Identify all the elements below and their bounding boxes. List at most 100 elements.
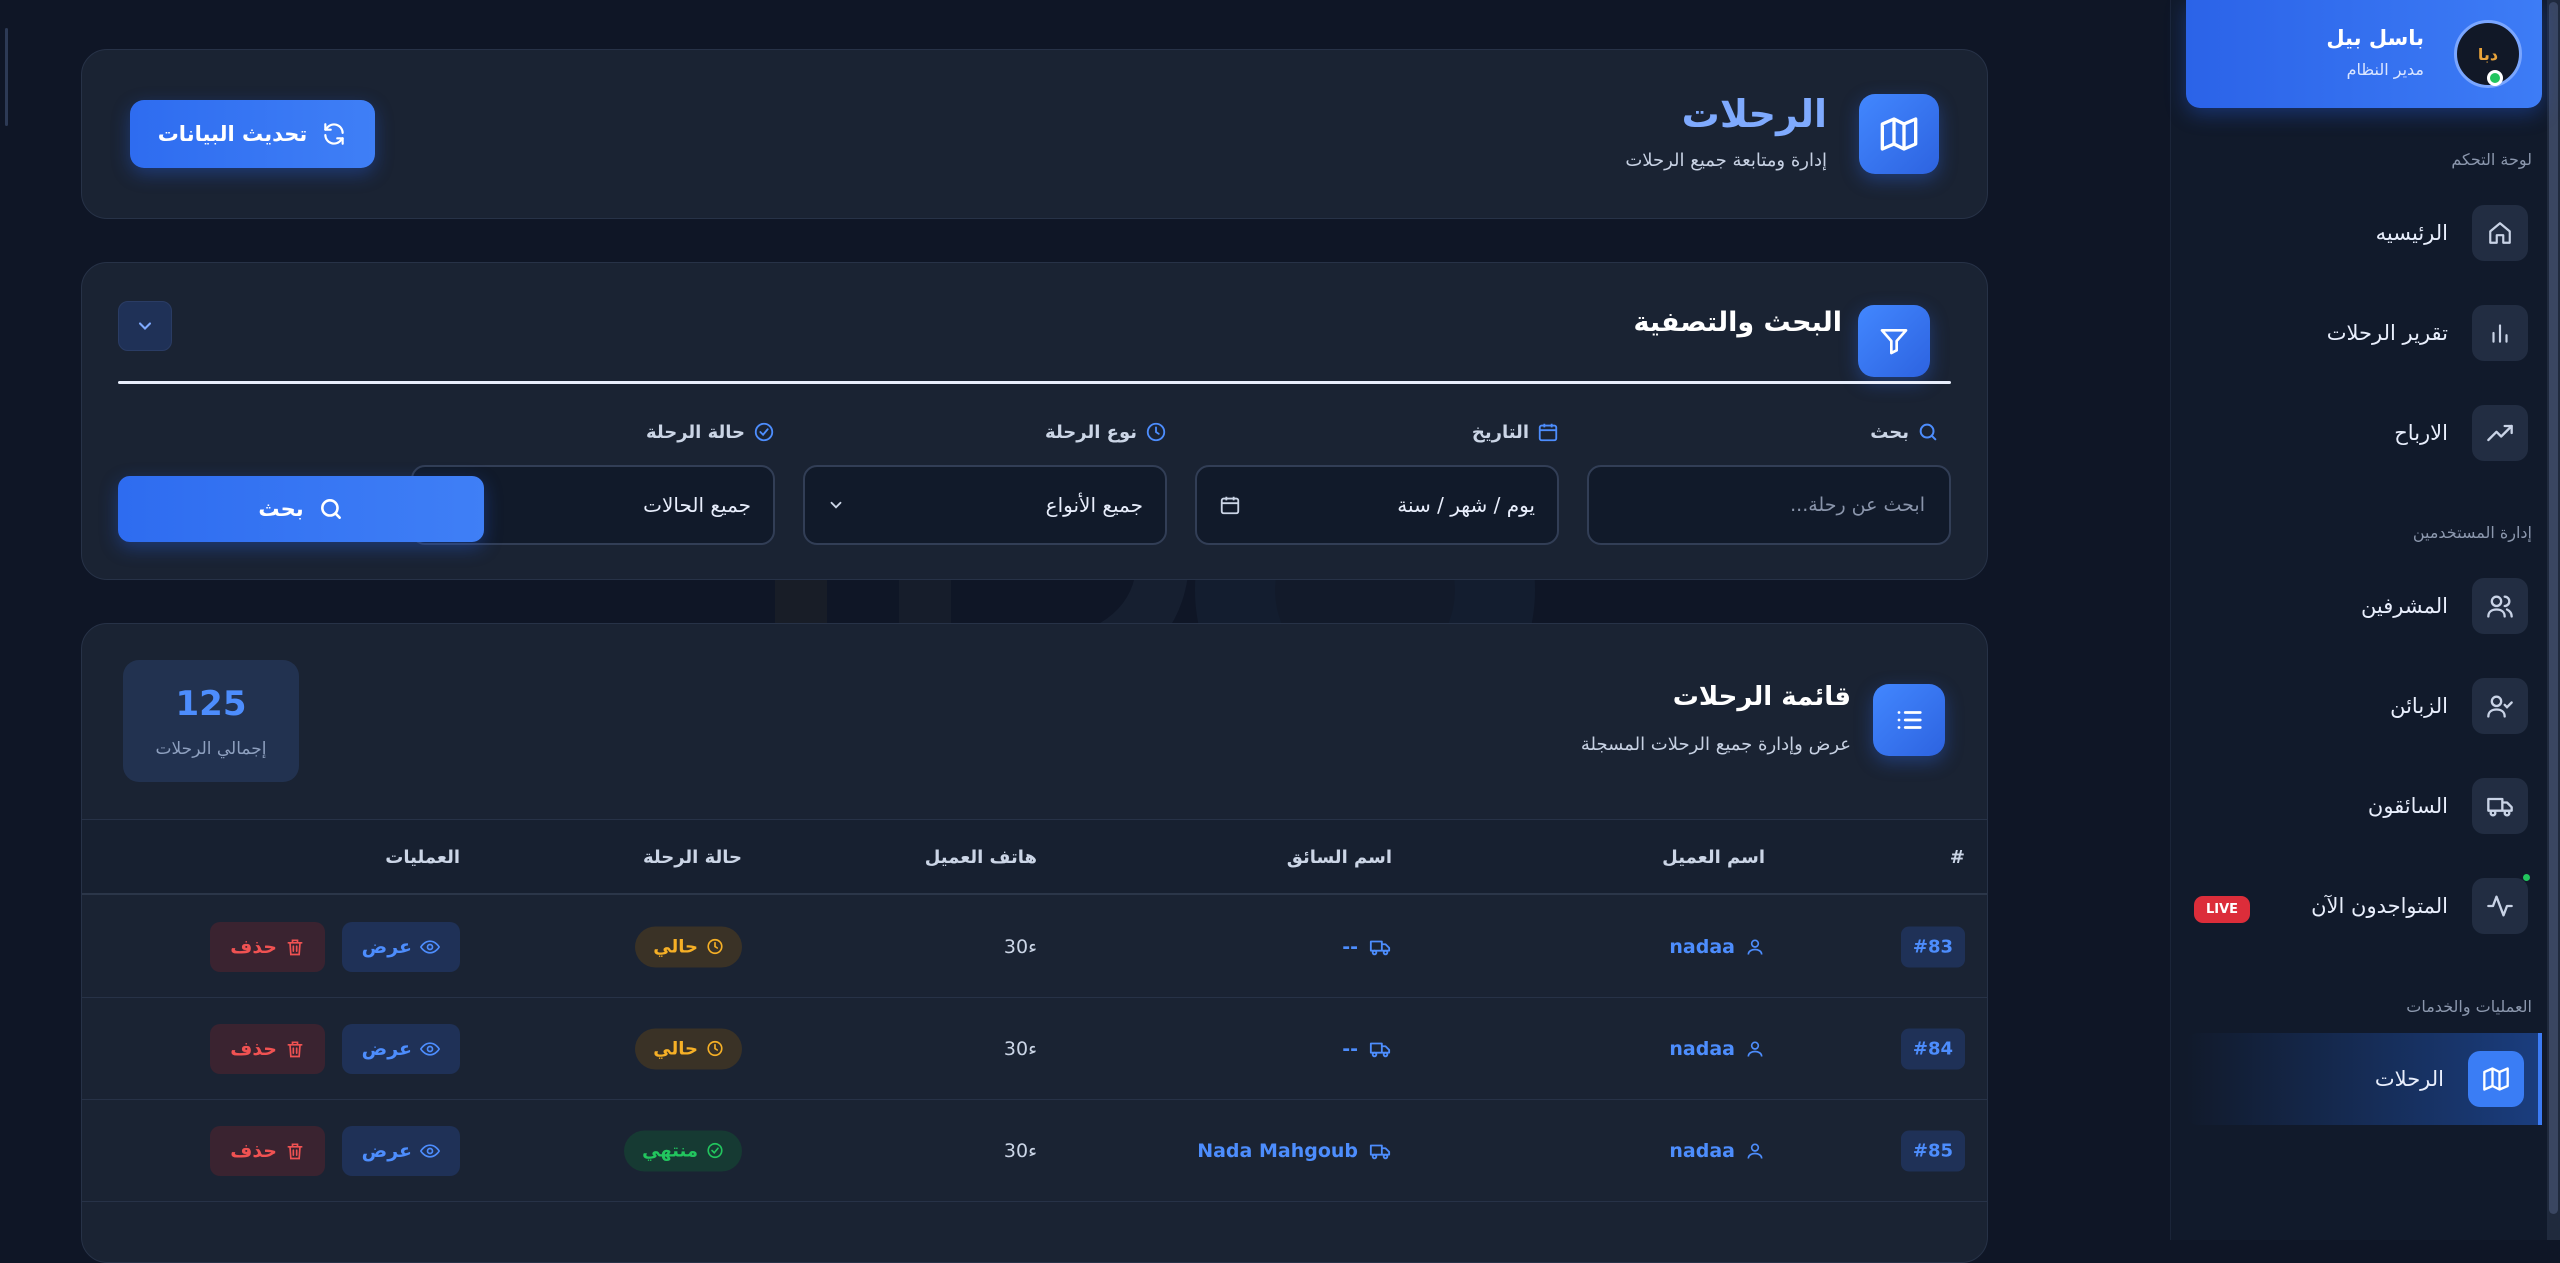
user-profile-card[interactable]: دبا باسل بيل مدير النظام	[2186, 0, 2542, 108]
avatar-logo-text: دبا	[2477, 44, 2499, 64]
search-button-label: بحث	[258, 497, 304, 521]
driver-name-link[interactable]: --	[1342, 1038, 1392, 1060]
eye-icon	[420, 1039, 440, 1059]
sidebar-item-customers[interactable]: الزبائن	[2186, 663, 2542, 749]
delete-trip-button[interactable]: حذف	[210, 1023, 325, 1074]
table-row[interactable]	[82, 1202, 1987, 1262]
trip-type-field-label: نوع الرحلة	[1045, 421, 1167, 443]
chevron-down-icon	[827, 496, 845, 514]
sidebar-item-online-now[interactable]: المتواجدون الآن LIVE	[2186, 863, 2542, 949]
search-button[interactable]: بحث	[118, 476, 484, 542]
view-trip-button[interactable]: عرض	[341, 1023, 460, 1074]
sidebar: دبا باسل بيل مدير النظام لوحة التحكم الر…	[2170, 0, 2560, 1240]
client-name-link[interactable]: nadaa	[1669, 936, 1765, 958]
view-button-label: عرض	[361, 935, 412, 958]
sidebar-item-label: تقرير الرحلات	[2326, 321, 2448, 345]
sidebar-item-profits[interactable]: الارباح	[2186, 390, 2542, 476]
filter-icon	[1858, 305, 1930, 377]
delete-trip-button[interactable]: حذف	[210, 921, 325, 972]
truck-icon	[1368, 1038, 1392, 1060]
map-icon	[1859, 94, 1939, 174]
sidebar-item-drivers[interactable]: السائقون	[2186, 763, 2542, 849]
delete-trip-button[interactable]: حذف	[210, 1125, 325, 1176]
client-name-link[interactable]: nadaa	[1669, 1038, 1765, 1060]
sidebar-item-trips[interactable]: الرحلات	[2186, 1033, 2542, 1125]
trip-type-label-text: نوع الرحلة	[1045, 421, 1137, 443]
search-field[interactable]	[1587, 465, 1951, 545]
sidebar-item-supervisors[interactable]: المشرفين	[2186, 563, 2542, 649]
page-scrollbar[interactable]	[5, 28, 8, 126]
column-header-phone: هاتف العميل	[924, 847, 1037, 868]
trip-status-text: حالي	[653, 936, 698, 957]
trending-up-icon	[2472, 405, 2528, 461]
table-row[interactable]: #83 nadaa -- 30ء حالي عرض حذف	[82, 896, 1987, 998]
trip-status-text: حالي	[653, 1038, 698, 1059]
sidebar-scrollbar[interactable]	[2547, 0, 2560, 1240]
driver-name: --	[1342, 935, 1358, 958]
trip-id-badge: #85	[1900, 1130, 1965, 1171]
delete-button-label: حذف	[230, 935, 277, 958]
refresh-data-button[interactable]: تحديث البيانات	[130, 100, 375, 168]
search-field-label: بحث	[1870, 421, 1939, 443]
table-row[interactable]: #84 nadaa -- 30ء حالي عرض حذف	[82, 998, 1987, 1100]
date-picker[interactable]: يوم / شهر / سنة	[1195, 465, 1559, 545]
section-label-user-management: إدارة المستخدمين	[2412, 523, 2532, 542]
client-name-link[interactable]: nadaa	[1669, 1140, 1765, 1162]
client-name: nadaa	[1669, 1139, 1735, 1162]
driver-name: Nada Mahgoub	[1197, 1139, 1358, 1162]
avatar[interactable]: دبا	[2454, 20, 2522, 88]
client-phone: 30ء	[1003, 1139, 1037, 1162]
driver-name: --	[1342, 1037, 1358, 1060]
user-role: مدير النظام	[2346, 60, 2424, 79]
view-button-label: عرض	[361, 1139, 412, 1162]
activity-icon	[2472, 874, 2530, 934]
client-name: nadaa	[1669, 1037, 1735, 1060]
sidebar-item-label: السائقون	[2367, 794, 2448, 818]
trip-status-value: جميع الحالات	[643, 493, 751, 517]
search-input[interactable]	[1611, 493, 1927, 517]
sidebar-item-trips-report[interactable]: تقرير الرحلات	[2186, 290, 2542, 376]
sidebar-item-label: الزبائن	[2390, 694, 2448, 718]
eye-icon	[420, 1141, 440, 1161]
filter-divider	[118, 381, 1951, 384]
online-status-dot	[2487, 70, 2503, 86]
table-row[interactable]: #85 nadaa Nada Mahgoub 30ء منتهي عرض حذف	[82, 1100, 1987, 1202]
view-trip-button[interactable]: عرض	[341, 1125, 460, 1176]
client-name: nadaa	[1669, 935, 1735, 958]
collapse-filters-button[interactable]	[118, 301, 172, 351]
truck-icon	[1368, 1140, 1392, 1162]
search-icon	[1917, 421, 1939, 443]
column-header-actions: العمليات	[385, 847, 460, 868]
search-filter-panel: البحث والتصفية بحث التاريخ نوع الرحلة حا…	[81, 262, 1988, 580]
sidebar-item-home[interactable]: الرئيسيه	[2186, 190, 2542, 276]
clock-icon	[1145, 421, 1167, 443]
total-trips-value: 125	[175, 684, 247, 724]
list-icon	[1873, 684, 1945, 756]
page-subtitle: إدارة ومتابعة جميع الرحلات	[1625, 150, 1827, 171]
check-circle-icon	[706, 1142, 724, 1160]
check-circle-icon	[753, 421, 775, 443]
trip-type-select[interactable]: جميع الأنواع	[803, 465, 1167, 545]
sidebar-item-label: المتواجدون الآن	[2311, 894, 2448, 918]
refresh-button-label: تحديث البيانات	[157, 122, 308, 146]
driver-name-link[interactable]: --	[1342, 936, 1392, 958]
trip-status-badge: منتهي	[624, 1130, 742, 1171]
view-button-label: عرض	[361, 1037, 412, 1060]
date-value: يوم / شهر / سنة	[1397, 493, 1535, 517]
users-icon	[2472, 578, 2528, 634]
view-trip-button[interactable]: عرض	[341, 921, 460, 972]
sidebar-item-label: الرحلات	[2374, 1067, 2444, 1091]
home-icon	[2472, 205, 2528, 261]
driver-name-link[interactable]: Nada Mahgoub	[1197, 1140, 1392, 1162]
sidebar-item-label: المشرفين	[2360, 594, 2448, 618]
search-label-text: بحث	[1870, 421, 1909, 443]
truck-icon	[1368, 936, 1392, 958]
total-trips-card: 125 إجمالي الرحلات	[123, 660, 299, 782]
calendar-icon[interactable]	[1219, 494, 1241, 516]
trips-list-panel: قائمة الرحلات عرض وإدارة جميع الرحلات ال…	[81, 623, 1988, 1263]
sidebar-item-label: الارباح	[2394, 421, 2448, 445]
column-header-client: اسم العميل	[1662, 847, 1765, 868]
date-field-label: التاريخ	[1472, 421, 1559, 443]
delete-button-label: حذف	[230, 1139, 277, 1162]
map-icon	[2468, 1051, 2524, 1107]
